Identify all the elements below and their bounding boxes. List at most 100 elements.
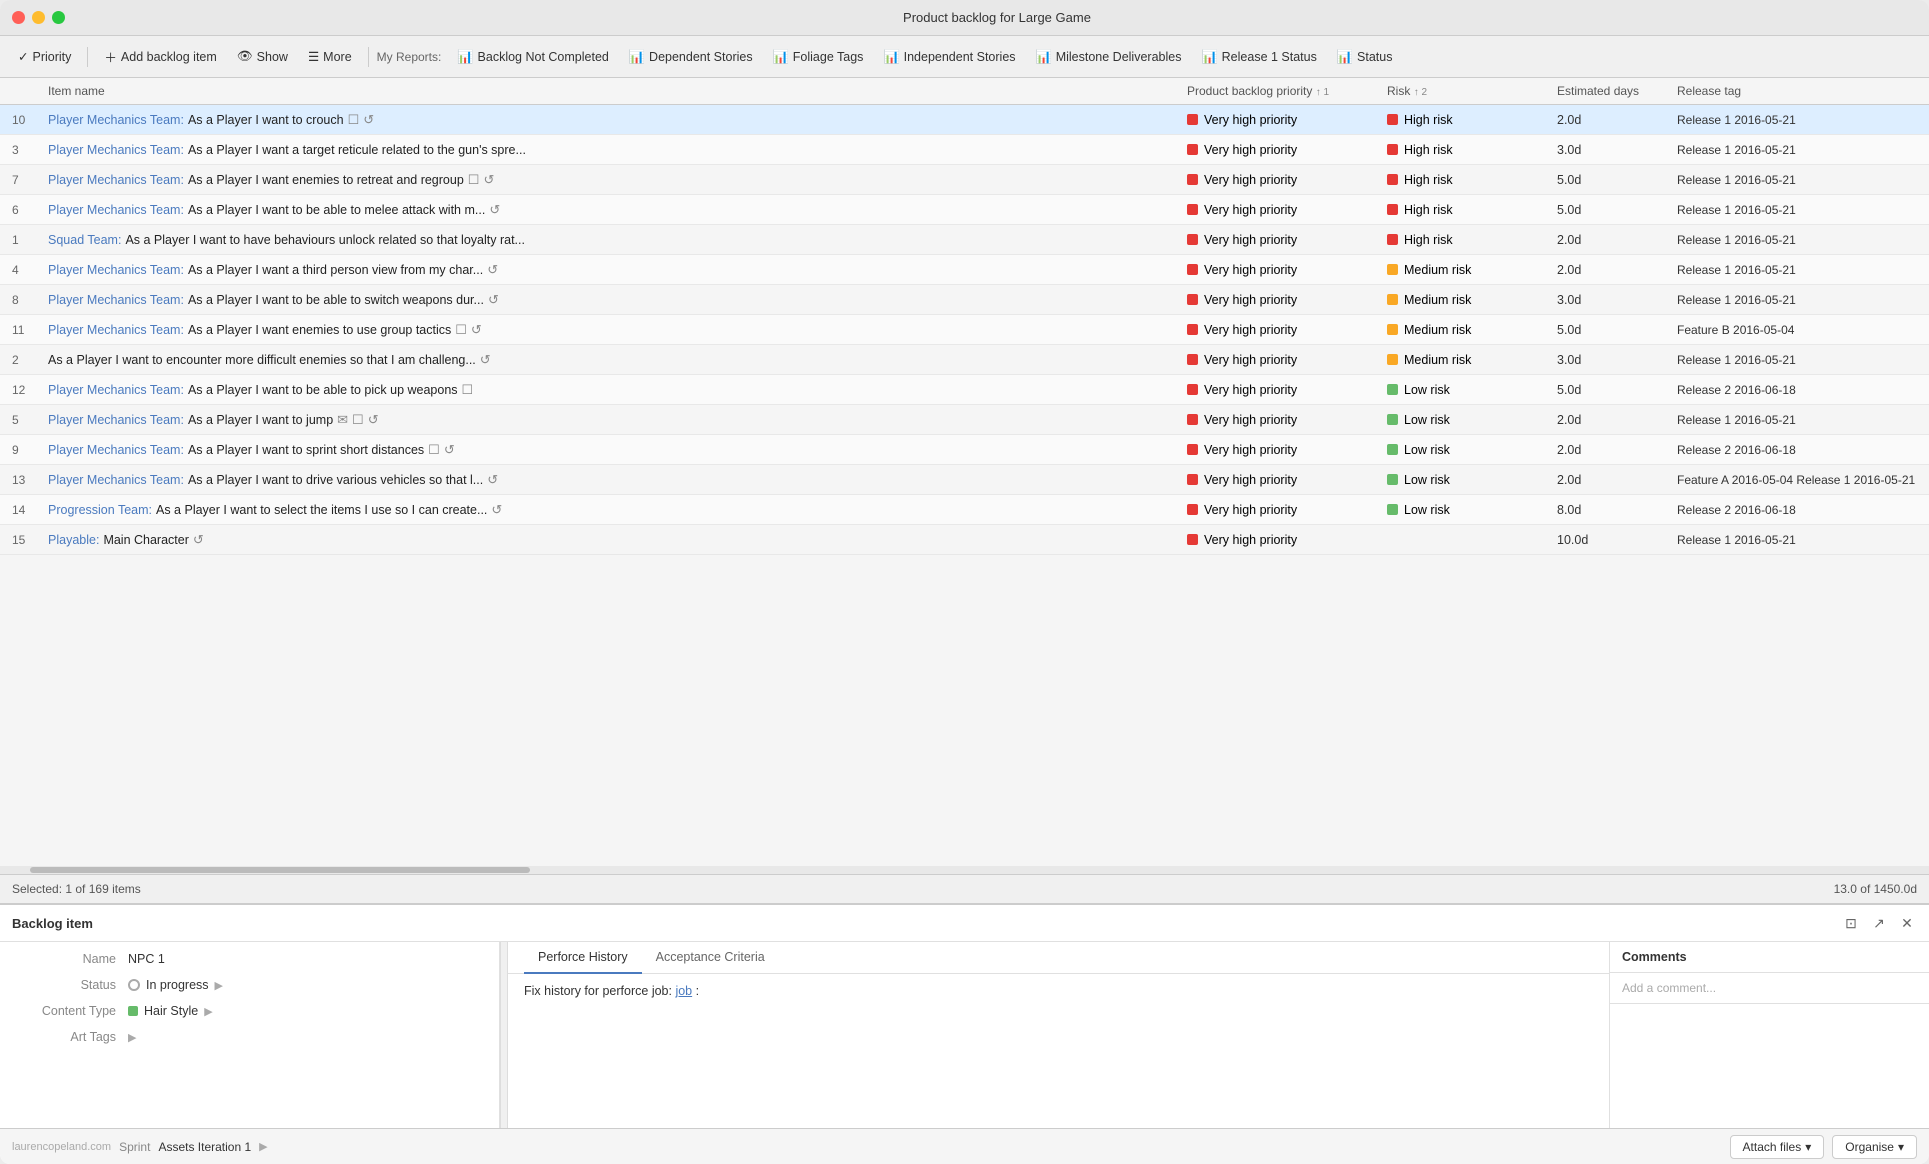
spinner-icon: ↺	[363, 112, 374, 128]
toolbar-dependent-stories[interactable]: 📊 Dependent Stories	[621, 45, 761, 69]
toolbar-add-backlog[interactable]: ＋ Add backlog item	[96, 43, 224, 70]
table-row[interactable]: 6Player Mechanics Team: As a Player I wa…	[0, 195, 1929, 225]
attach-files-button[interactable]: Attach files ▾	[1730, 1135, 1825, 1159]
attach-dropdown-icon[interactable]: ▾	[1805, 1140, 1811, 1154]
table-row[interactable]: 15Playable: Main Character ↺Very high pr…	[0, 525, 1929, 555]
content-type-label: Content Type	[16, 1004, 116, 1018]
comment-input[interactable]: Add a comment...	[1610, 973, 1929, 1004]
table-row[interactable]: 10Player Mechanics Team: As a Player I w…	[0, 105, 1929, 135]
table-row[interactable]: 7Player Mechanics Team: As a Player I wa…	[0, 165, 1929, 195]
chart-icon-6: 📊	[1201, 49, 1217, 65]
row-days: 8.0d	[1549, 503, 1669, 517]
perforce-tab-content: Fix history for perforce job: job :	[508, 974, 1609, 1128]
risk-text: Low risk	[1404, 443, 1450, 457]
row-days: 2.0d	[1549, 443, 1669, 457]
table-row[interactable]: 9Player Mechanics Team: As a Player I wa…	[0, 435, 1929, 465]
row-priority: Very high priority	[1179, 113, 1379, 127]
panel-expand-button[interactable]: ⊡	[1841, 913, 1861, 933]
toolbar-more[interactable]: ☰ More	[300, 45, 360, 68]
row-number: 13	[0, 473, 40, 487]
col-header-days[interactable]: Estimated days	[1549, 84, 1669, 98]
scrollbar-thumb[interactable]	[30, 867, 530, 873]
vertical-splitter[interactable]	[500, 942, 508, 1128]
tab-perforce-history[interactable]: Perforce History	[524, 942, 642, 974]
row-release: Release 1 2016-05-21	[1669, 533, 1929, 547]
tab-acceptance-criteria[interactable]: Acceptance Criteria	[642, 942, 779, 974]
row-name: Player Mechanics Team: As a Player I wan…	[40, 172, 1179, 188]
main-content: Item name Product backlog priority ↑ 1 R…	[0, 78, 1929, 1164]
row-release: Release 1 2016-05-21	[1669, 113, 1929, 127]
row-team: Player Mechanics Team:	[48, 473, 184, 487]
perforce-job-link[interactable]: job	[675, 984, 692, 998]
col-header-priority[interactable]: Product backlog priority ↑ 1	[1179, 84, 1379, 98]
col-header-name[interactable]: Item name	[40, 84, 1179, 98]
risk-dot	[1387, 144, 1398, 155]
toolbar-status[interactable]: 📊 Status	[1329, 45, 1401, 69]
toolbar-independent-stories[interactable]: 📊 Independent Stories	[875, 45, 1023, 69]
row-number: 11	[0, 323, 40, 337]
row-risk: Low risk	[1379, 413, 1549, 427]
art-tags-expand-icon[interactable]: ▶	[128, 1031, 136, 1044]
row-days: 2.0d	[1549, 113, 1669, 127]
toolbar-show[interactable]: 👁 Show	[229, 45, 296, 68]
row-desc: As a Player I want to have behaviours un…	[125, 233, 525, 247]
status-value[interactable]: In progress ▶	[128, 978, 223, 992]
row-name: Player Mechanics Team: As a Player I wan…	[40, 472, 1179, 488]
organise-button[interactable]: Organise ▾	[1832, 1135, 1917, 1159]
row-priority: Very high priority	[1179, 353, 1379, 367]
row-priority: Very high priority	[1179, 473, 1379, 487]
maximize-button[interactable]	[52, 11, 65, 24]
perforce-text: Fix history for perforce job:	[524, 984, 672, 998]
table-row[interactable]: 3Player Mechanics Team: As a Player I wa…	[0, 135, 1929, 165]
table-row[interactable]: 11Player Mechanics Team: As a Player I w…	[0, 315, 1929, 345]
row-priority: Very high priority	[1179, 143, 1379, 157]
content-type-value[interactable]: Hair Style ▶	[128, 1004, 213, 1018]
chart-icon-5: 📊	[1036, 49, 1052, 65]
sprint-value[interactable]: Assets Iteration 1	[158, 1140, 251, 1154]
close-button[interactable]	[12, 11, 25, 24]
priority-dot	[1187, 504, 1198, 515]
spinner-icon: ↺	[471, 322, 482, 338]
status-expand-icon[interactable]: ▶	[215, 979, 223, 992]
row-name: Player Mechanics Team: As a Player I wan…	[40, 292, 1179, 308]
chart-icon-7: 📊	[1337, 49, 1353, 65]
spinner-icon: ↺	[368, 412, 379, 428]
art-tags-value[interactable]: ▶	[128, 1031, 136, 1044]
toolbar-backlog-not-completed[interactable]: 📊 Backlog Not Completed	[449, 45, 617, 69]
organise-dropdown-icon[interactable]: ▾	[1898, 1140, 1904, 1154]
sprint-arrow[interactable]: ▶	[259, 1140, 267, 1153]
priority-text: Very high priority	[1204, 383, 1297, 397]
priority-text: Very high priority	[1204, 173, 1297, 187]
panel-external-button[interactable]: ↗	[1869, 913, 1889, 933]
perforce-colon: :	[696, 984, 699, 998]
row-priority: Very high priority	[1179, 533, 1379, 547]
row-priority: Very high priority	[1179, 203, 1379, 217]
selected-count: Selected: 1 of 169 items	[12, 882, 141, 896]
row-number: 10	[0, 113, 40, 127]
minimize-button[interactable]	[32, 11, 45, 24]
row-team: Squad Team:	[48, 233, 121, 247]
table-row[interactable]: 4Player Mechanics Team: As a Player I wa…	[0, 255, 1929, 285]
col-header-risk[interactable]: Risk ↑ 2	[1379, 84, 1549, 98]
toolbar-priority[interactable]: ✓ Priority	[10, 45, 79, 68]
table-row[interactable]: 5Player Mechanics Team: As a Player I wa…	[0, 405, 1929, 435]
table-row[interactable]: 1Squad Team: As a Player I want to have …	[0, 225, 1929, 255]
status-label: Status	[16, 978, 116, 992]
table-row[interactable]: 13Player Mechanics Team: As a Player I w…	[0, 465, 1929, 495]
panel-close-button[interactable]: ✕	[1897, 913, 1917, 933]
table-row[interactable]: 14Progression Team: As a Player I want t…	[0, 495, 1929, 525]
toolbar-release1-status[interactable]: 📊 Release 1 Status	[1193, 45, 1324, 69]
col-header-release[interactable]: Release tag	[1669, 84, 1929, 98]
toolbar-foliage-tags[interactable]: 📊 Foliage Tags	[765, 45, 872, 69]
row-priority: Very high priority	[1179, 383, 1379, 397]
table-row[interactable]: 8Player Mechanics Team: As a Player I wa…	[0, 285, 1929, 315]
horizontal-scrollbar[interactable]	[0, 866, 1929, 874]
toolbar-milestone-deliverables[interactable]: 📊 Milestone Deliverables	[1028, 45, 1190, 69]
content-type-expand-icon[interactable]: ▶	[204, 1005, 212, 1018]
table-row[interactable]: 2As a Player I want to encounter more di…	[0, 345, 1929, 375]
row-days: 3.0d	[1549, 353, 1669, 367]
table-row[interactable]: 12Player Mechanics Team: As a Player I w…	[0, 375, 1929, 405]
name-value[interactable]: NPC 1	[128, 952, 165, 966]
separator-1	[87, 47, 88, 67]
row-number: 14	[0, 503, 40, 517]
